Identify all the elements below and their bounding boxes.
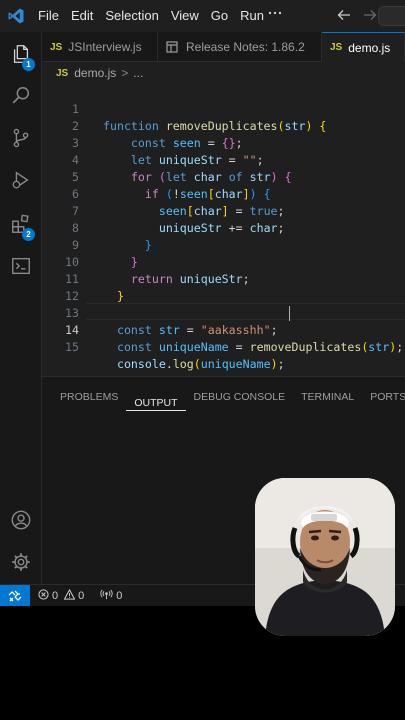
vscode-logo-icon: [0, 0, 32, 32]
warning-icon: [63, 588, 76, 603]
warning-count: 0: [78, 589, 85, 602]
run-debug-icon[interactable]: [0, 160, 42, 200]
code-line: 15 console.log(uniqueName);: [42, 322, 405, 371]
breadcrumb-separator: >: [121, 66, 129, 80]
menu-view[interactable]: View: [165, 0, 205, 32]
code-line: 6 seen[char] = true;: [42, 169, 405, 218]
tab-problems[interactable]: PROBLEMS: [52, 377, 126, 417]
menu-selection[interactable]: Selection: [99, 0, 164, 32]
account-icon[interactable]: [0, 500, 42, 540]
extensions-badge: 2: [22, 228, 35, 241]
menu-edit[interactable]: Edit: [65, 0, 99, 32]
tab-output[interactable]: OUTPUT: [126, 383, 186, 411]
line-number: 15: [65, 340, 79, 354]
extensions-icon[interactable]: 2: [0, 204, 42, 244]
code-line: 8 }: [42, 203, 405, 252]
menu-file[interactable]: File: [32, 0, 65, 32]
preview-icon: [166, 41, 178, 53]
code-line: 4 for (let char of str) {: [42, 135, 405, 184]
tab-ports[interactable]: PORTS: [362, 377, 405, 417]
code-line: 10 return uniqueStr;: [42, 237, 405, 286]
ports-count: 0: [116, 589, 123, 602]
code-line: 5 if (!seen[char]) {: [42, 152, 405, 201]
js-file-icon: JS: [50, 41, 63, 53]
activity-bar: 1 2: [0, 32, 42, 584]
error-count: 0: [52, 589, 59, 602]
tab-label: Release Notes: 1.86.2: [186, 40, 305, 54]
code-line: 1 function removeDuplicates(str) {: [42, 84, 405, 133]
ports-status[interactable]: 0: [100, 589, 122, 603]
webcam-overlay: [255, 478, 395, 636]
code-editor[interactable]: 1 function removeDuplicates(str) { 2 con…: [42, 84, 405, 376]
more-menu-icon[interactable]: [262, 0, 288, 32]
breadcrumb-file[interactable]: demo.js: [74, 66, 116, 80]
code-line: 12: [42, 271, 405, 303]
broadcast-icon: [100, 589, 113, 603]
code-line: 7 uniqueStr += char;: [42, 186, 405, 235]
navigation-arrows: [337, 0, 377, 32]
tab-jsinterview[interactable]: JS JSInterview.js: [42, 32, 158, 62]
code-line: 13 const str = "aakasshh";: [42, 288, 405, 337]
explorer-badge: 1: [22, 58, 35, 71]
editor-tabs: JS JSInterview.js Release Notes: 1.86.2 …: [42, 32, 405, 62]
code-line: 14 const uniqueName = removeDuplicates(s…: [42, 305, 405, 354]
panel-tabs: PROBLEMS OUTPUT DEBUG CONSOLE TERMINAL P…: [42, 377, 405, 417]
code-line: 2 const seen = {};: [42, 101, 405, 150]
breadcrumb: JS demo.js > ...: [42, 62, 405, 84]
presenter-image: [255, 478, 395, 636]
explorer-icon[interactable]: 1: [0, 34, 42, 74]
breadcrumb-symbol[interactable]: ...: [133, 66, 143, 80]
forward-arrow-icon[interactable]: [363, 7, 377, 26]
error-icon: [38, 588, 49, 603]
search-icon[interactable]: [0, 76, 42, 116]
back-arrow-icon[interactable]: [337, 7, 351, 26]
problems-status[interactable]: 0 0: [38, 588, 85, 603]
tab-release-notes[interactable]: Release Notes: 1.86.2: [158, 32, 322, 62]
menu-go[interactable]: Go: [205, 0, 234, 32]
code-line: 9 }: [42, 220, 405, 269]
title-bar: File Edit Selection View Go Run: [0, 0, 405, 32]
tab-label: JSInterview.js: [68, 40, 142, 54]
tab-label: demo.js: [348, 40, 391, 55]
tab-terminal[interactable]: TERMINAL: [293, 377, 362, 417]
tab-demo-js[interactable]: JS demo.js: [322, 32, 405, 62]
menu-bar: File Edit Selection View Go Run: [32, 0, 270, 32]
settings-gear-icon[interactable]: [0, 542, 42, 582]
code-line: 3 let uniqueStr = "";: [42, 118, 405, 167]
code-line: 11 }: [42, 254, 405, 303]
remote-icon[interactable]: [0, 584, 30, 607]
js-file-icon: JS: [330, 42, 343, 53]
text-cursor: [289, 306, 290, 321]
command-center[interactable]: [378, 6, 405, 26]
js-file-icon: JS: [56, 67, 69, 79]
tab-debug-console[interactable]: DEBUG CONSOLE: [186, 377, 294, 417]
terminal-icon[interactable]: [0, 246, 42, 286]
source-control-icon[interactable]: [0, 118, 42, 158]
